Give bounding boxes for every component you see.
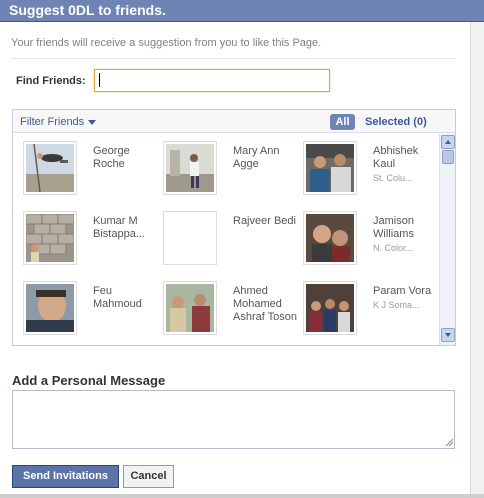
friend-name: Jamison Williams — [373, 215, 414, 240]
scroll-up-icon — [445, 140, 451, 144]
dialog-bottom-border — [0, 494, 484, 498]
friend-photo — [163, 211, 217, 265]
friend-network: St. Colu... — [373, 173, 413, 183]
dialog-title: Suggest 0DL to friends. — [0, 0, 484, 22]
filter-bar: Filter Friends All Selected (0) — [13, 110, 455, 133]
scroll-down-icon — [445, 333, 451, 337]
friend-photo — [163, 141, 217, 195]
friend-item[interactable]: Kumar M Bistappa... — [23, 211, 163, 275]
friend-item[interactable]: Mary Ann Agge — [163, 141, 303, 205]
filter-friends-dropdown[interactable]: Filter Friends — [20, 116, 97, 128]
friend-photo — [303, 141, 357, 195]
cancel-button[interactable]: Cancel — [123, 465, 174, 488]
text-caret — [99, 73, 100, 87]
send-invitations-button[interactable]: Send Invitations — [12, 465, 119, 488]
friend-name: Param Vora — [373, 285, 432, 297]
friend-item[interactable]: George Roche — [23, 141, 163, 205]
intro-text: Your friends will receive a suggestion f… — [11, 37, 322, 49]
friend-item[interactable]: Ahmed Mohamed Ashraf Toson — [163, 281, 303, 345]
friend-photo — [23, 281, 77, 335]
friend-name: Mary Ann Agge — [233, 145, 280, 170]
find-friends-label: Find Friends: — [16, 75, 86, 87]
friend-photo — [163, 281, 217, 335]
friend-name: Abhishek Kaul — [373, 145, 419, 170]
friends-scrollbar[interactable] — [439, 134, 455, 345]
friend-item[interactable]: Abhishek Kaul St. Colu... — [303, 141, 437, 205]
friend-network: K J Soma... — [373, 300, 420, 310]
friend-item[interactable]: Jamison Williams N. Color... — [303, 211, 437, 275]
friend-name: Feu Mahmoud — [93, 285, 142, 310]
friend-photo — [23, 141, 77, 195]
friend-photo — [23, 211, 77, 265]
personal-message-input[interactable] — [12, 390, 455, 449]
friend-name: Rajveer Bedi — [233, 215, 296, 227]
resize-grip-icon[interactable] — [444, 437, 454, 447]
find-friends-input[interactable] — [94, 69, 330, 92]
scroll-up-button[interactable] — [441, 135, 455, 149]
scroll-down-button[interactable] — [441, 328, 455, 342]
filter-friends-label: Filter Friends — [20, 116, 85, 128]
divider — [11, 58, 455, 59]
personal-message-label: Add a Personal Message — [12, 373, 166, 388]
selected-tab[interactable]: Selected (0) — [365, 116, 427, 128]
dialog-body: Your friends will receive a suggestion f… — [0, 22, 470, 498]
friend-network: N. Color... — [373, 243, 414, 253]
all-tab[interactable]: All — [330, 114, 355, 130]
friend-name: Kumar M Bistappa... — [93, 215, 145, 240]
friend-photo — [303, 281, 357, 335]
friend-item[interactable]: Param Vora K J Soma... — [303, 281, 437, 345]
chevron-down-icon — [88, 119, 97, 125]
friend-item[interactable]: Feu Mahmoud — [23, 281, 163, 345]
dialog-edge — [470, 22, 484, 498]
friend-photo — [303, 211, 357, 265]
friend-name: Ahmed Mohamed Ashraf Toson — [233, 285, 298, 323]
friend-item[interactable]: Rajveer Bedi — [163, 211, 303, 275]
friend-name: George Roche — [93, 145, 130, 170]
friend-grid: George Roche Mary Ann Agge Abhishek Kaul… — [13, 134, 437, 345]
scroll-thumb[interactable] — [442, 150, 454, 164]
friend-selector: Filter Friends All Selected (0) George R… — [12, 109, 456, 346]
